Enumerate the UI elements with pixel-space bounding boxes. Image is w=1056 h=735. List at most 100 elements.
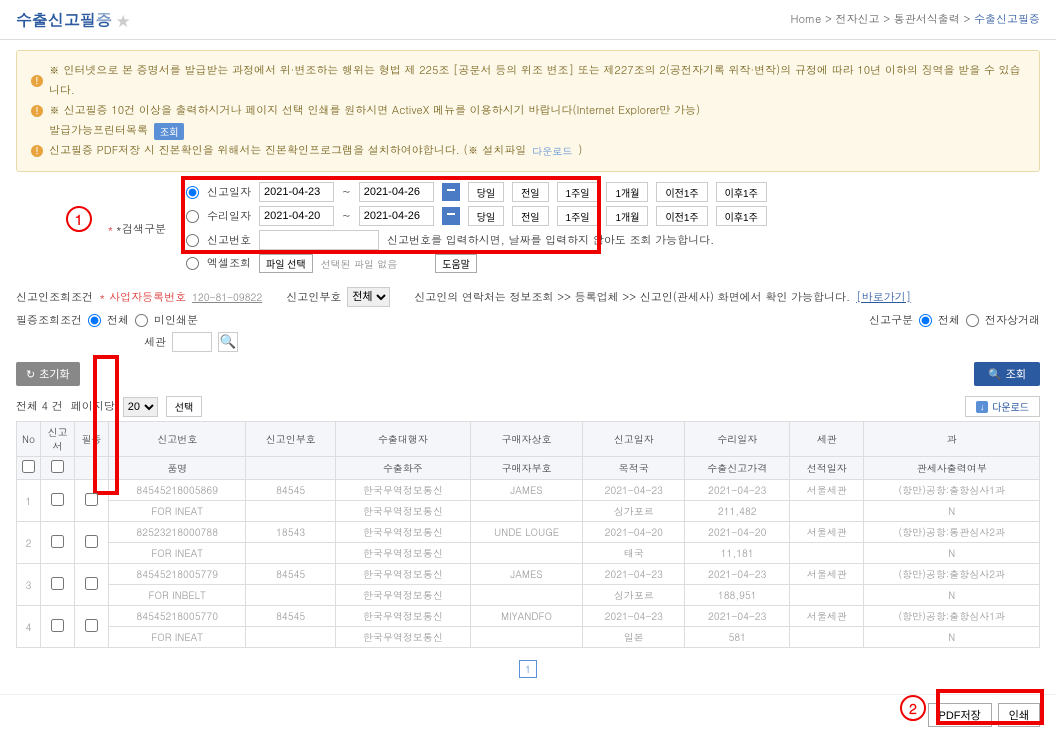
- notice-1: ※ 인터넷으로 본 증명서를 발급받는 과정에서 위·변조하는 행위는 형법 제…: [49, 61, 1025, 101]
- tilde: ~: [342, 185, 351, 200]
- table-row: FOR INEAT 한국무역정보통신 일본 581 N: [17, 627, 1040, 648]
- radio-cert-unprinted[interactable]: [135, 314, 148, 327]
- quick-nextweek-1[interactable]: 이후1주: [716, 182, 767, 202]
- cell-code: 84545: [246, 480, 335, 501]
- perpage-select[interactable]: 20: [123, 397, 158, 417]
- printer-list-button[interactable]: 조회: [154, 123, 184, 140]
- file-select-button[interactable]: 파일 선택: [259, 254, 313, 273]
- cell-reportno: 84545218005770: [109, 606, 246, 627]
- reporter-code-select[interactable]: 전체: [347, 287, 390, 307]
- customs-search-button[interactable]: 🔍: [218, 332, 238, 352]
- th-cert: 필증: [75, 422, 109, 457]
- calendar-icon: [446, 187, 456, 197]
- customs-label: 세관: [16, 335, 166, 350]
- th2-shipdate: 선적일자: [790, 457, 864, 480]
- title-text: 수출신고필증: [16, 8, 112, 31]
- star-icon[interactable]: ★: [116, 10, 130, 30]
- customs-input[interactable]: [172, 332, 212, 352]
- page-1[interactable]: 1: [519, 660, 537, 678]
- radio-report-no[interactable]: [186, 234, 199, 247]
- date-from-2[interactable]: [259, 206, 334, 226]
- quick-prevweek-1[interactable]: 이전1주: [656, 182, 707, 202]
- calendar-button-2[interactable]: [442, 207, 460, 225]
- select-all-button[interactable]: 선택: [166, 396, 202, 417]
- cell-buyer: UNDE LOUGE: [470, 522, 582, 543]
- label-accept-date: 수리일자: [207, 209, 251, 224]
- row-chk-cert[interactable]: [85, 493, 98, 506]
- radio-excel[interactable]: [186, 257, 199, 270]
- calendar-icon: [446, 211, 456, 221]
- annotation-circle-1: 1: [66, 206, 92, 232]
- bc-2[interactable]: 통관서식출력: [894, 12, 960, 27]
- report-no-hint: 신고번호를 입력하시면, 날짜를 입력하지 않아도 조회 가능합니다.: [387, 233, 714, 248]
- cell-code: 84545: [246, 606, 335, 627]
- cell-buyer: MIYANDFO: [470, 606, 582, 627]
- radio-report-date[interactable]: [186, 186, 199, 199]
- cell-code: 18543: [246, 522, 335, 543]
- radio-cert-all[interactable]: [88, 314, 101, 327]
- download-button[interactable]: ↓다운로드: [965, 396, 1040, 417]
- quick-1week-1[interactable]: 1주일: [557, 182, 599, 202]
- row-chk-cert[interactable]: [85, 619, 98, 632]
- row-chk-report[interactable]: [51, 577, 64, 590]
- quick-today-2[interactable]: 당일: [468, 206, 504, 226]
- row-chk-cert[interactable]: [85, 577, 98, 590]
- results-table: No 신고서 필증 신고번호 신고인부호 수출대행자 구매자상호 신고일자 수리…: [16, 421, 1040, 648]
- date-to-1[interactable]: [359, 182, 434, 202]
- file-help-button[interactable]: 도움말: [435, 254, 477, 273]
- cell-price: 188,951: [685, 585, 790, 606]
- cell-reportno: 84545218005779: [109, 564, 246, 585]
- cell-customs: 서울세관: [790, 480, 864, 501]
- quick-nextweek-2[interactable]: 이후1주: [716, 206, 767, 226]
- quick-yesterday-1[interactable]: 전일: [512, 182, 548, 202]
- reporter-code-label: 신고인부호: [286, 290, 341, 305]
- radio-type-ecom[interactable]: [966, 314, 979, 327]
- install-download-link[interactable]: 다운로드: [532, 141, 572, 161]
- reset-button[interactable]: ↻초기화: [16, 362, 80, 386]
- th2-buyercode: 구매자부호: [470, 457, 582, 480]
- quick-1month-1[interactable]: 1개월: [606, 182, 648, 202]
- quick-prevweek-2[interactable]: 이전1주: [656, 206, 707, 226]
- pdf-save-button[interactable]: PDF저장: [928, 703, 992, 727]
- calendar-button-1[interactable]: [442, 183, 460, 201]
- bc-home[interactable]: Home: [791, 12, 822, 27]
- th2-shipper: 수출화주: [335, 457, 470, 480]
- quick-1week-2[interactable]: 1주일: [557, 206, 599, 226]
- th-code: 신고인부호: [246, 422, 335, 457]
- th-report: 신고서: [41, 422, 75, 457]
- th-no: No: [17, 422, 41, 457]
- query-button[interactable]: 🔍조회: [974, 362, 1040, 386]
- chk-all-report[interactable]: [22, 460, 35, 473]
- chk-all-cert[interactable]: [51, 460, 64, 473]
- quick-yesterday-2[interactable]: 전일: [512, 206, 548, 226]
- bc-1[interactable]: 전자신고: [836, 12, 880, 27]
- warn-icon: !: [31, 105, 43, 117]
- print-button[interactable]: 인쇄: [998, 703, 1040, 727]
- row-chk-report[interactable]: [51, 619, 64, 632]
- th-customs: 세관: [790, 422, 864, 457]
- cell-price: 581: [685, 627, 790, 648]
- date-to-2[interactable]: [359, 206, 434, 226]
- cell-printed: N: [864, 627, 1040, 648]
- cell-customs: 서울세관: [790, 564, 864, 585]
- radio-accept-date[interactable]: [186, 210, 199, 223]
- cell-dept: (항만)공항:통관심사2과: [864, 522, 1040, 543]
- quick-today-1[interactable]: 당일: [468, 182, 504, 202]
- cell-reportdate: 2021-04-23: [583, 564, 685, 585]
- report-no-input[interactable]: [259, 230, 379, 250]
- cell-buyer: JAMES: [470, 564, 582, 585]
- row-chk-cert[interactable]: [85, 535, 98, 548]
- biz-no-value: 120-81-09822: [192, 290, 262, 304]
- row-chk-report[interactable]: [51, 493, 64, 506]
- cell-printed: N: [864, 543, 1040, 564]
- row-chk-report[interactable]: [51, 535, 64, 548]
- quick-1month-2[interactable]: 1개월: [606, 206, 648, 226]
- date-from-1[interactable]: [259, 182, 334, 202]
- shortcut-link[interactable]: [바로가기]: [856, 290, 911, 305]
- cell-buyercode: [470, 543, 582, 564]
- cell-item: FOR INEAT: [109, 627, 246, 648]
- radio-type-all[interactable]: [919, 314, 932, 327]
- notice-2b: 발급가능프린터목록: [49, 121, 148, 141]
- cell-buyercode: [470, 501, 582, 522]
- th-reportno: 신고번호: [109, 422, 246, 457]
